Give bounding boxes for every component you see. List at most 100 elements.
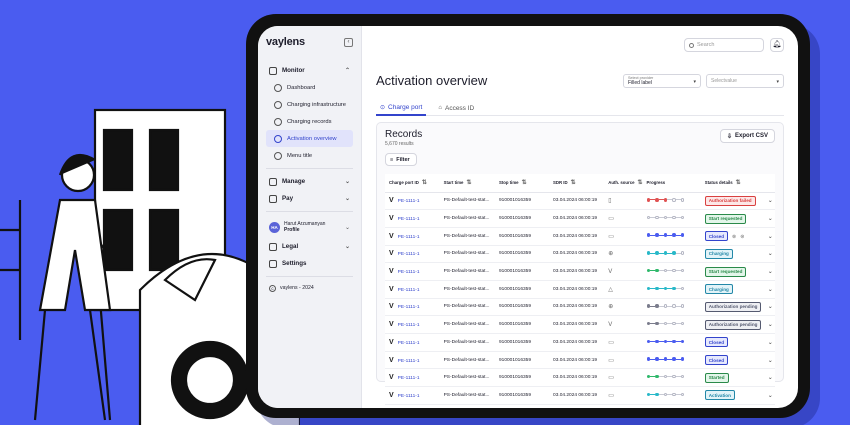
table-row[interactable]: V PE-1111-1 PS-Default-test-stat... 91000… [385,333,775,352]
charge-port-cell[interactable]: V PE-1111-1 [385,192,440,211]
sort-icon[interactable]: ⇅ [571,180,576,186]
bell-icon[interactable]: 🔔︎ [770,38,784,52]
expand-row-button[interactable]: ⌄ [761,227,775,246]
table-row[interactable]: V PE-1111-1 PS-Default-test-stat... 91000… [385,280,775,299]
nav-group-pay[interactable]: Pay ⌄ [266,190,353,207]
expand-row-button[interactable]: ⌄ [761,262,775,281]
expand-row-button[interactable]: ⌄ [761,280,775,299]
vaylens-icon: V [389,356,394,364]
sort-icon[interactable]: ⇅ [638,180,643,186]
charge-port-cell[interactable]: V PE-1111-1 [385,245,440,264]
profile-menu[interactable]: HA Harut Arzumanyan Profile ⌄ [266,216,353,238]
charge-port-id[interactable]: PE-1111-1 [398,252,420,257]
expand-row-button[interactable]: ⌄ [761,351,775,370]
charge-port-cell[interactable]: V PE-1111-1 [385,351,440,370]
sidebar-item-charging-infrastructure[interactable]: Charging infrastructure [266,96,353,113]
auth-source-cell: ▯ [604,192,643,211]
tab-charge-port[interactable]: ⊙ Charge port [376,100,427,116]
settings-icon[interactable]: ⊛ [740,234,744,240]
table-row[interactable]: V PE-1111-1 PS-Default-test-stat... 91000… [385,298,775,317]
expand-row-button[interactable]: ⌄ [761,368,775,388]
charge-port-cell[interactable]: V PE-1111-1 [385,368,440,388]
records-table-body: V PE-1111-1 PS-Default-test-stat... 91000… [385,192,775,405]
records-card: Records 5,670 results ⇩ Export CSV ≡ Fil… [376,122,784,405]
nav-group-manage[interactable]: Manage ⌄ [266,173,353,190]
progress-steps [646,339,685,344]
charge-port-cell[interactable]: V PE-1111-1 [385,280,440,299]
nav-group-legal[interactable]: Legal ⌄ [266,238,353,255]
charge-port-id[interactable]: PE-1111-1 [398,235,420,240]
stop-time-cell: 910001016359 [495,351,550,370]
sort-icon[interactable]: ⇅ [522,180,527,186]
expand-row-button[interactable]: ⌄ [761,333,775,352]
expand-row-button[interactable]: ⌄ [761,245,775,264]
charge-port-id[interactable]: PE-1111-1 [398,359,420,364]
col-start-time[interactable]: Start time ⇅ [439,174,495,193]
table-row[interactable]: V PE-1111-1 PS-Default-test-stat... 91000… [385,227,775,246]
col-charge-port-id[interactable]: Charge port ID ⇅ [385,174,440,193]
charge-port-cell[interactable]: V PE-1111-1 [385,333,440,352]
brand-row: vaylens ‹ [266,36,353,48]
charge-port-id[interactable]: PE-1111-1 [398,394,420,399]
nav-settings[interactable]: Settings [266,255,353,272]
col-stop-time[interactable]: Stop time ⇅ [495,174,550,193]
page-filters: Select provider Filled label ▾ Selectval… [623,74,784,88]
table-row[interactable]: V PE-1111-1 PS-Default-test-stat... 91000… [385,315,775,334]
charge-port-id[interactable]: PE-1111-1 [398,323,420,328]
col-status-details[interactable]: Status details ⇅ [700,174,762,193]
expand-row-button[interactable]: ⌄ [761,209,775,228]
expand-row-button[interactable]: ⌄ [761,192,775,211]
expand-row-button[interactable]: ⌄ [761,298,775,317]
expand-row-button[interactable]: ⌄ [761,386,775,405]
table-row[interactable]: V PE-1111-1 PS-Default-test-stat... 91000… [385,209,775,228]
tab-access-id[interactable]: ⌂ Access ID [434,100,478,116]
status-badge: Closed [704,355,729,366]
charge-port-id[interactable]: PE-1111-1 [398,199,420,204]
auth-source-cell: V [604,262,643,281]
charge-port-id[interactable]: PE-1111-1 [398,305,420,310]
menu-icon [274,151,282,160]
progress-connector [675,376,681,378]
sidebar-item-activation-overview[interactable]: Activation overview [266,130,353,147]
table-row[interactable]: V PE-1111-1 PS-Default-test-stat... 91000… [385,368,775,388]
export-csv-button[interactable]: ⇩ Export CSV [719,129,775,143]
charge-port-cell[interactable]: V PE-1111-1 [385,227,440,246]
charging-records-icon [274,117,282,126]
charge-port-id[interactable]: PE-1111-1 [398,217,420,222]
provider-select[interactable]: Select provider Filled label ▾ [623,74,701,88]
charge-port-cell[interactable]: V PE-1111-1 [385,298,440,317]
table-row[interactable]: V PE-1111-1 PS-Default-test-stat... 91000… [385,262,775,281]
charge-port-id[interactable]: PE-1111-1 [398,270,420,275]
table-row[interactable]: V PE-1111-1 PS-Default-test-stat... 91000… [385,192,775,211]
sidebar-item-dashboard[interactable]: Dashboard [266,79,353,96]
expand-row-button[interactable]: ⌄ [761,315,775,334]
progress-cell [642,209,701,228]
charge-port-id[interactable]: PE-1111-1 [398,341,420,346]
col-sdr-id[interactable]: SDR ID ⇅ [549,174,605,193]
search-input[interactable]: Search [684,38,764,52]
value-select[interactable]: Selectvalue ▾ [706,74,784,88]
filter-button[interactable]: ≡ Filter [385,153,417,166]
sort-icon[interactable]: ⇅ [736,180,741,186]
charge-port-cell[interactable]: V PE-1111-1 [385,262,440,281]
warning-icon: △ [608,286,613,293]
progress-connector [658,252,664,254]
table-row[interactable]: V PE-1111-1 PS-Default-test-stat... 91000… [385,386,775,405]
sidebar-item-menu-title[interactable]: Menu title [266,147,353,164]
charge-port-cell[interactable]: V PE-1111-1 [385,209,440,228]
nav-group-monitor[interactable]: Monitor ⌃ [266,62,353,79]
charge-port-id[interactable]: PE-1111-1 [398,376,420,381]
charge-port-id[interactable]: PE-1111-1 [398,288,420,293]
collapse-sidebar-icon[interactable]: ‹ [344,37,353,47]
sort-icon[interactable]: ⇅ [466,180,471,186]
status-badge: Activation [704,390,735,401]
charge-port-cell[interactable]: V PE-1111-1 [385,386,440,405]
table-row[interactable]: V PE-1111-1 PS-Default-test-stat... 91000… [385,245,775,264]
table-row[interactable]: V PE-1111-1 PS-Default-test-stat... 91000… [385,351,775,370]
cancel-icon[interactable]: ⊗ [732,234,736,240]
col-auth-source[interactable]: Auth. source ⇅ [604,174,643,193]
charge-port-cell[interactable]: V PE-1111-1 [385,315,440,334]
sort-icon[interactable]: ⇅ [422,180,427,186]
sidebar-item-charging-records[interactable]: Charging records [266,113,353,130]
auth-source-cell: V [604,315,643,334]
